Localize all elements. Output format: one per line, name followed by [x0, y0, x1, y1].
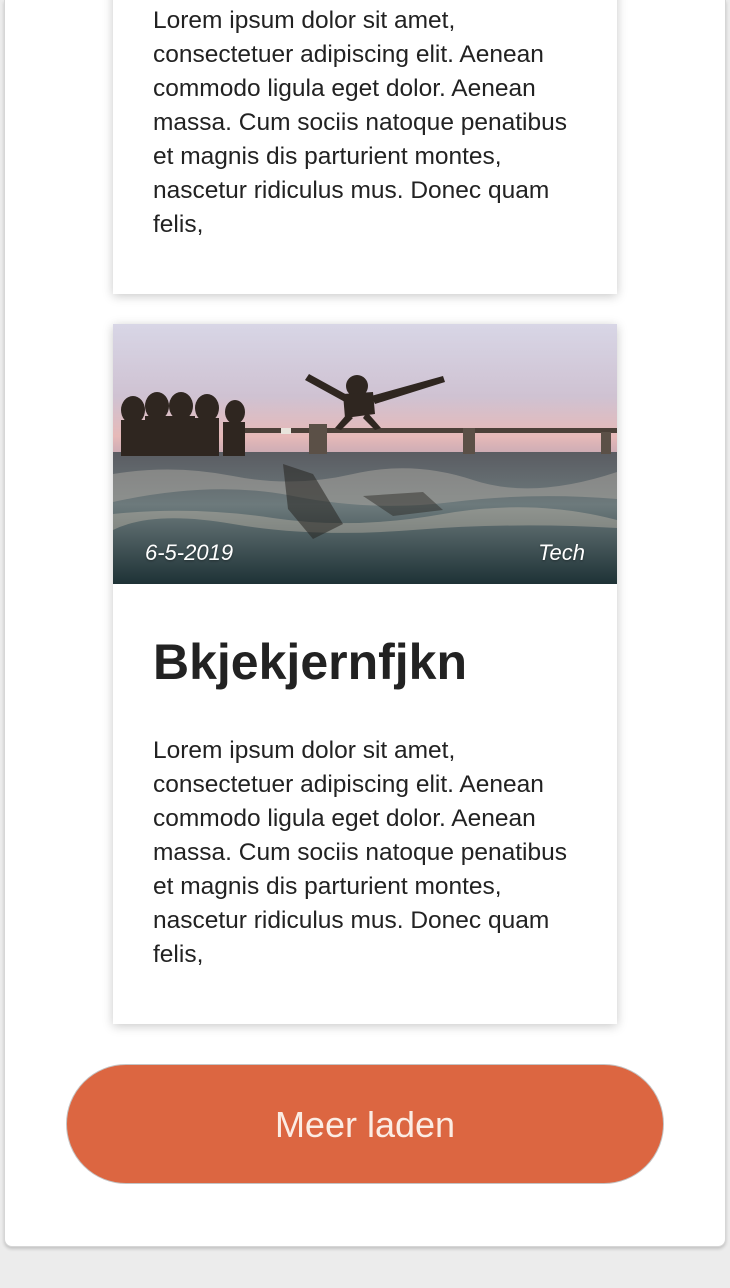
page-frame: Lorem ipsum dolor sit amet, consectetuer…	[4, 0, 726, 1247]
post-title[interactable]: Bkjekjernfjkn	[153, 632, 597, 692]
post-excerpt: Lorem ipsum dolor sit amet, consectetuer…	[153, 737, 567, 968]
post-image[interactable]: 6-5-2019 Tech	[113, 324, 617, 584]
load-more-button[interactable]: Meer laden	[66, 1064, 664, 1184]
post-category[interactable]: Tech	[538, 540, 585, 566]
post-card[interactable]: 6-5-2019 Tech Bkjekjernfjkn Lorem ipsum …	[113, 324, 617, 1024]
post-excerpt: Lorem ipsum dolor sit amet, consectetuer…	[153, 7, 567, 238]
post-date: 6-5-2019	[145, 540, 234, 565]
post-card[interactable]: Lorem ipsum dolor sit amet, consectetuer…	[113, 0, 617, 294]
